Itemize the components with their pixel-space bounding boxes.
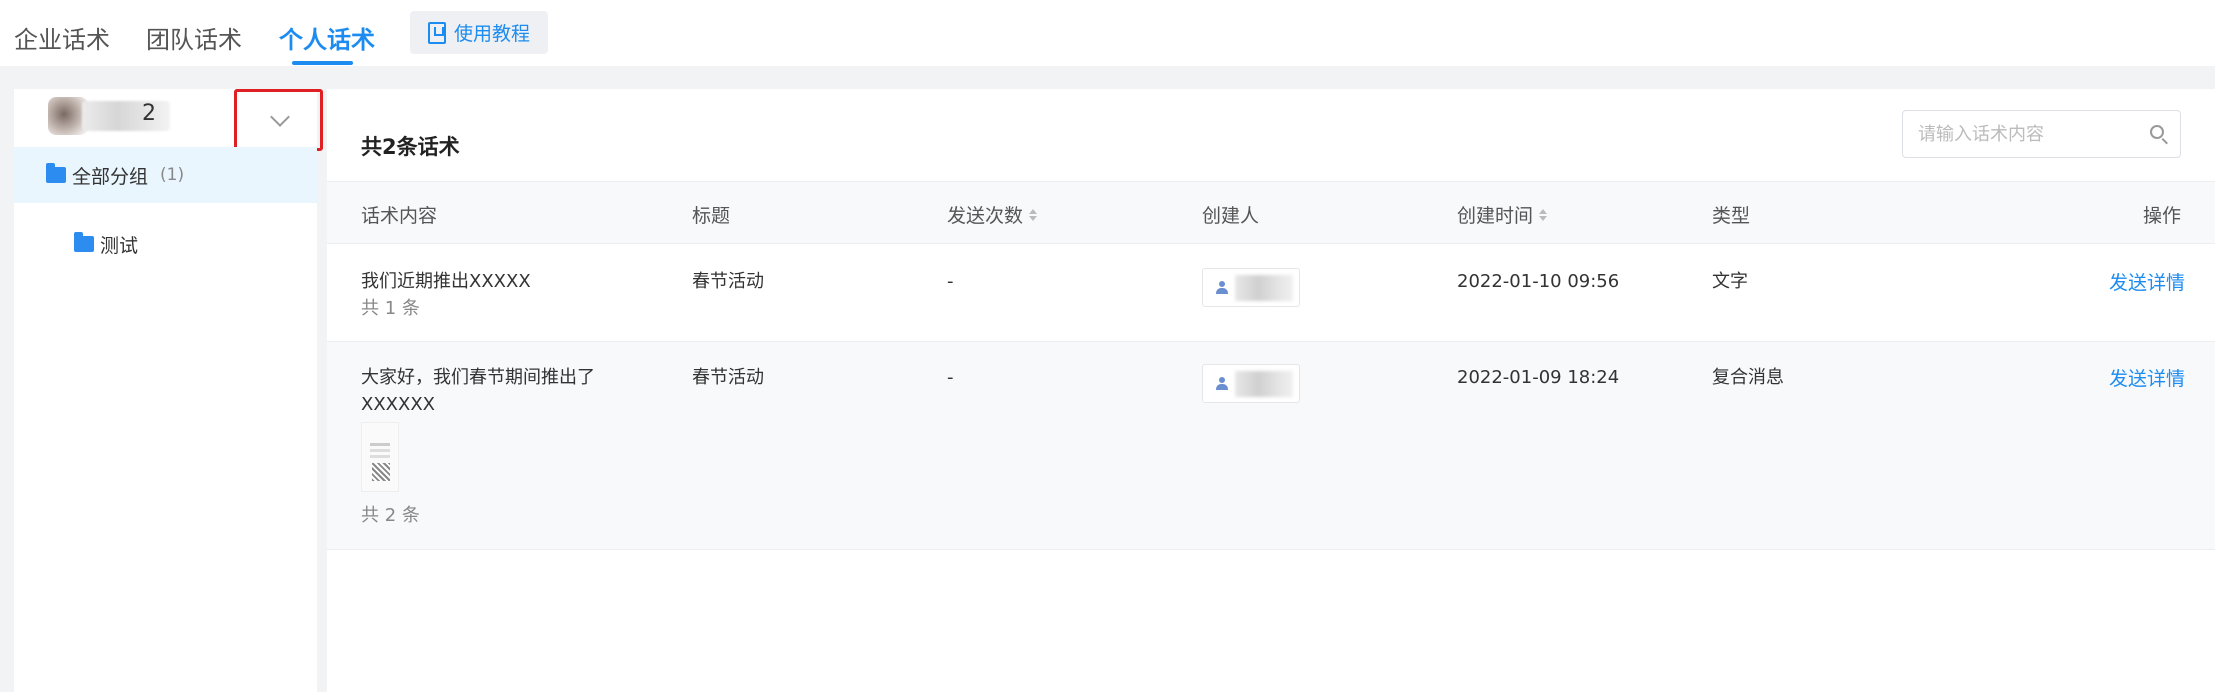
script-content-text: 大家好，我们春节期间推出了: [361, 367, 595, 388]
book-icon: [428, 21, 446, 44]
script-count: 共 1 条: [361, 298, 420, 319]
table-header: 话术内容 标题 发送次数 创建人 创建时间 类型 操作: [327, 181, 2215, 244]
col-header-title: 标题: [692, 205, 731, 227]
user-dropdown-toggle[interactable]: [234, 89, 323, 151]
script-content-text: 我们近期推出XXXXX: [361, 271, 531, 292]
script-count: 共 2 条: [361, 505, 420, 526]
folder-icon: [46, 163, 66, 183]
tab-enterprise-scripts[interactable]: 企业话术: [14, 20, 110, 55]
group-label: 测试: [100, 234, 139, 257]
blurred-creator-name: [1235, 371, 1293, 397]
group-item-test[interactable]: 测试: [14, 216, 317, 272]
script-content: 大家好，我们春节期间推出了 XXXXXX: [361, 364, 595, 418]
person-icon: [1216, 281, 1228, 295]
created-time: 2022-01-10 09:56: [1457, 271, 1620, 292]
tab-team-scripts[interactable]: 团队话术: [146, 20, 242, 55]
sort-icon[interactable]: [1539, 208, 1548, 221]
col-header-created-time[interactable]: 创建时间: [1457, 201, 1548, 228]
col-header-action: 操作: [2143, 205, 2182, 227]
tab-personal-scripts[interactable]: 个人话术: [279, 20, 375, 55]
table-row: 大家好，我们春节期间推出了 XXXXXX 共 2 条 春节活动 - 2022-0…: [327, 342, 2215, 550]
group-item-all[interactable]: 全部分组 (1): [14, 147, 317, 203]
script-type: 复合消息: [1712, 367, 1784, 388]
top-nav: 企业话术 团队话术 个人话术 使用教程: [0, 0, 2215, 66]
col-header-send-count[interactable]: 发送次数: [947, 201, 1038, 228]
search-field[interactable]: [1902, 110, 2181, 158]
user-name-tail: 2: [142, 101, 156, 126]
sort-icon[interactable]: [1029, 208, 1038, 221]
send-count: -: [947, 367, 954, 388]
group-label: 全部分组: [72, 165, 149, 188]
creator-badge: [1202, 268, 1300, 307]
script-content: 我们近期推出XXXXX 共 1 条: [361, 268, 531, 322]
folder-icon: [74, 232, 94, 252]
tutorial-label: 使用教程: [454, 23, 531, 45]
blurred-user-name: [82, 101, 170, 131]
send-details-link[interactable]: 发送详情: [2109, 268, 2185, 295]
table-row: 我们近期推出XXXXX 共 1 条 春节活动 - 2022-01-10 09:5…: [327, 244, 2215, 342]
active-tab-indicator: [292, 61, 353, 65]
script-content-text: XXXXXX: [361, 394, 435, 415]
send-count: -: [947, 271, 954, 292]
script-title: 春节活动: [692, 271, 764, 292]
chevron-down-icon: [270, 107, 290, 127]
col-header-type: 类型: [1712, 205, 1751, 227]
group-sidebar: 2 全部分组 (1) 测试: [14, 89, 323, 692]
col-header-content: 话术内容: [361, 205, 438, 227]
page-title: 共2条话术: [361, 135, 460, 159]
blurred-creator-name: [1235, 275, 1293, 301]
created-time: 2022-01-09 18:24: [1457, 367, 1620, 388]
search-icon[interactable]: [2150, 125, 2164, 139]
group-count: (1): [160, 165, 185, 185]
tutorial-button[interactable]: 使用教程: [410, 11, 548, 54]
attachment-thumbnail[interactable]: [361, 422, 399, 492]
person-icon: [1216, 377, 1228, 391]
search-input[interactable]: [1903, 111, 2180, 157]
script-type: 文字: [1712, 271, 1748, 292]
script-list-panel: 共2条话术 话术内容 标题 发送次数 创建人 创建时间 类型 操作 我们近期推出…: [327, 89, 2215, 692]
send-details-link[interactable]: 发送详情: [2109, 364, 2185, 391]
script-title: 春节活动: [692, 367, 764, 388]
creator-badge: [1202, 364, 1300, 403]
col-header-creator: 创建人: [1202, 205, 1260, 227]
